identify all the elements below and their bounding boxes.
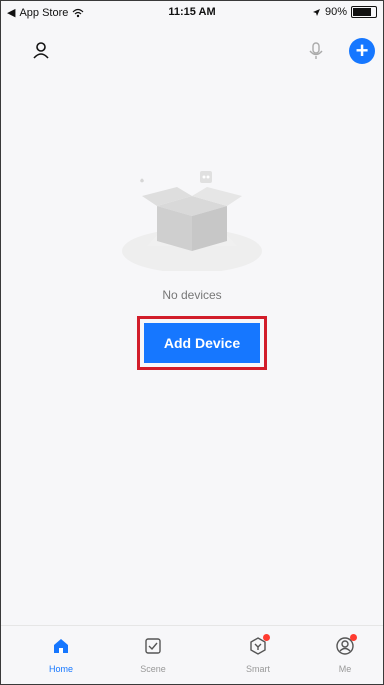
tab-home[interactable]: Home (36, 634, 86, 674)
tab-scene-label: Scene (140, 664, 166, 674)
battery-percent: 90% (324, 6, 347, 18)
empty-box-illustration (122, 171, 262, 271)
profile-icon (333, 634, 357, 658)
me-notification-dot (350, 634, 357, 641)
location-icon (312, 8, 320, 16)
app-frame: ◀ App Store 11:15 AM 90% + No devices Ad… (0, 0, 384, 685)
user-icon[interactable] (29, 38, 53, 62)
tab-home-label: Home (48, 664, 73, 674)
tab-me[interactable]: Me (320, 634, 370, 674)
smart-notification-dot (263, 634, 270, 641)
tab-smart-label: Smart (245, 664, 270, 674)
plus-icon: + (355, 38, 369, 63)
scene-icon (141, 634, 165, 658)
tab-scene[interactable]: Scene (128, 634, 178, 674)
status-bar: ◀ App Store 11:15 AM 90% (1, 1, 383, 23)
battery-icon (351, 6, 377, 18)
top-bar: + (1, 31, 383, 71)
smart-icon (246, 634, 270, 658)
microphone-icon[interactable] (304, 39, 328, 63)
no-devices-text: No devices (162, 288, 222, 302)
battery-fill (353, 8, 371, 16)
add-device-button[interactable]: Add Device (144, 323, 260, 363)
tab-me-label: Me (338, 664, 352, 674)
status-right: 90% (312, 6, 377, 18)
tab-bar: Home Scene Smart Me (1, 625, 383, 684)
add-device-plus-button[interactable]: + (349, 38, 375, 64)
add-device-highlight: Add Device (137, 316, 267, 370)
tab-smart[interactable]: Smart (233, 634, 283, 674)
home-icon (49, 634, 73, 658)
empty-state-illustration (1, 151, 383, 301)
